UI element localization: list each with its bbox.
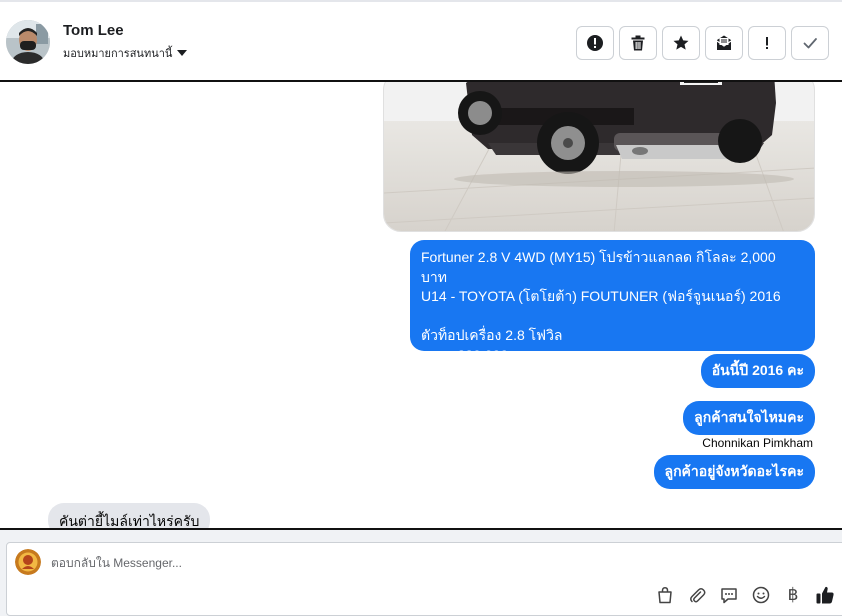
paperclip-icon: [690, 588, 706, 603]
reply-box: ฿: [6, 542, 842, 616]
emoji-icon: [752, 586, 770, 604]
inbox-conversation: Tom Lee มอบหมายการสนทนานี้ Fortuner 2.8 …: [0, 0, 842, 616]
assign-label: มอบหมายการสนทนานี้: [63, 48, 173, 60]
star-icon: [673, 35, 689, 50]
saved-reply-button[interactable]: [719, 585, 739, 605]
spam-button[interactable]: [576, 26, 614, 60]
contact-name[interactable]: Tom Lee: [63, 22, 124, 39]
shopping-bag-button[interactable]: [655, 585, 675, 605]
exclamation-icon: [766, 37, 768, 49]
contact-photo: [6, 20, 50, 64]
conversation-header: Tom Lee มอบหมายการสนทนานี้: [0, 0, 842, 82]
sender-name: Chonnikan Pimkham: [702, 436, 813, 450]
attach-button[interactable]: [687, 585, 707, 605]
caret-down-icon: [177, 50, 188, 56]
page-avatar: [15, 549, 41, 575]
outgoing-message-interest[interactable]: ลูกค้าสนใจไหมคะ: [683, 401, 815, 435]
like-button[interactable]: [815, 585, 835, 605]
incoming-message[interactable]: คันต่ายี้ไมล์เท่าไหร่ครับ: [48, 503, 211, 528]
emoji-button[interactable]: [751, 585, 771, 605]
outgoing-message-year[interactable]: อันนี้ปี 2016 คะ: [700, 354, 815, 388]
page-logo: [15, 549, 41, 575]
assign-conversation-dropdown[interactable]: มอบหมายการสนทนานี้: [63, 44, 188, 62]
saved-reply-icon: [721, 588, 737, 604]
alert-circle-icon: [587, 35, 603, 51]
car-photo-attachment[interactable]: [383, 82, 815, 232]
thumbs-up-icon: [816, 586, 834, 604]
envelope-icon: [716, 35, 732, 50]
trash-icon: [631, 35, 645, 51]
composer-area: ฿: [0, 528, 842, 616]
composer-tools: ฿: [655, 585, 835, 605]
message-thread: Fortuner 2.8 V 4WD (MY15) โปรข้าวแลกลด ก…: [0, 82, 842, 528]
mark-unread-button[interactable]: [705, 26, 743, 60]
payment-button[interactable]: ฿: [783, 585, 803, 605]
follow-up-button[interactable]: [748, 26, 786, 60]
contact-avatar[interactable]: [6, 20, 50, 64]
shopping-bag-icon: [658, 587, 672, 604]
reply-input[interactable]: [51, 556, 751, 570]
header-actions: [576, 26, 829, 60]
car-photo: [384, 82, 814, 231]
baht-icon: ฿: [787, 585, 799, 605]
outgoing-message-province[interactable]: ลูกค้าอยู่จังหวัดอะไรคะ: [653, 455, 815, 489]
outgoing-message-listing[interactable]: Fortuner 2.8 V 4WD (MY15) โปรข้าวแลกลด ก…: [410, 240, 815, 363]
done-button[interactable]: [791, 26, 829, 60]
checkmark-icon: [803, 38, 817, 49]
star-button[interactable]: [662, 26, 700, 60]
delete-button[interactable]: [619, 26, 657, 60]
